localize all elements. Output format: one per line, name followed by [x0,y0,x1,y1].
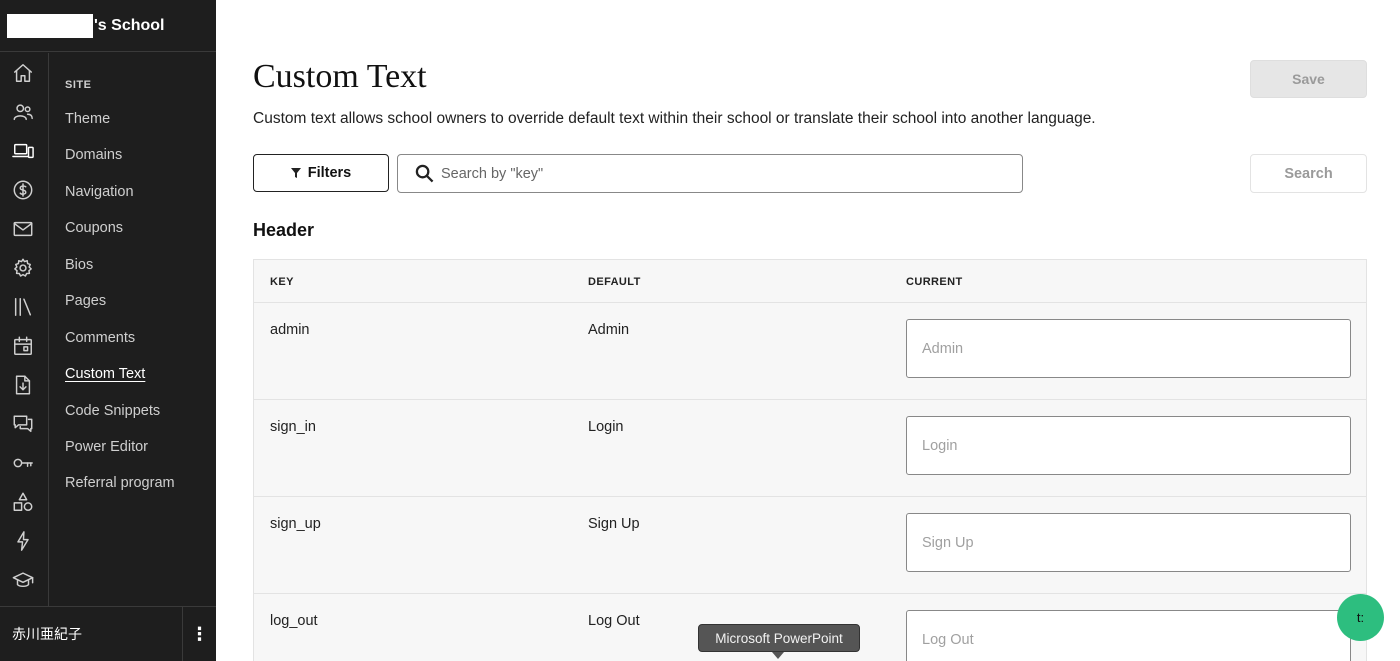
calendar-icon[interactable] [11,334,35,358]
chat-launcher-button[interactable]: t: [1337,594,1384,641]
page-description: Custom text allows school owners to over… [253,110,1096,127]
user-name[interactable]: 赤川亜紀子 [0,624,182,644]
sidebar-item-bios[interactable]: Bios [65,257,93,273]
filter-funnel-icon [290,168,301,178]
row-key: sign_up [270,516,321,532]
table-row: admin Admin [254,303,1366,400]
section-title-header: Header [253,220,315,240]
table-row: sign_up Sign Up [254,497,1366,594]
current-text-input[interactable] [906,416,1351,475]
school-name-suffix: 's School [94,16,165,34]
current-text-input[interactable] [906,610,1351,661]
dock-tooltip: Microsoft PowerPoint [698,624,860,652]
key-icon[interactable] [11,451,35,475]
home-icon[interactable] [11,61,35,85]
mail-icon[interactable] [11,217,35,241]
graduation-cap-icon[interactable] [11,568,35,592]
page-title: Custom Text [253,58,427,95]
sidebar-item-theme[interactable]: Theme [65,111,110,127]
current-text-input[interactable] [906,319,1351,378]
row-default: Admin [588,322,630,338]
search-icon [415,164,434,183]
row-default: Sign Up [588,516,640,532]
sidebar: 's School SITE Theme Domains Navigation … [0,0,216,661]
search-box[interactable] [397,154,1023,193]
sidebar-item-navigation[interactable]: Navigation [65,184,134,200]
download-file-icon[interactable] [11,373,35,397]
tooltip-arrow [772,652,784,659]
row-key: admin [270,322,310,338]
sidebar-item-referral-program[interactable]: Referral program [65,475,175,491]
filters-label: Filters [307,165,352,181]
school-brand[interactable]: 's School [0,0,216,52]
user-bar: 赤川亜紀子 ⋮ [0,606,216,661]
lightning-icon[interactable] [11,529,35,553]
table-row: sign_in Login [254,400,1366,497]
current-text-input[interactable] [906,513,1351,572]
users-icon[interactable] [11,100,35,124]
search-button[interactable]: Search [1250,154,1367,193]
sidebar-item-domains[interactable]: Domains [65,147,122,163]
save-button[interactable]: Save [1250,60,1367,98]
table-header: KEY DEFAULT CURRENT [254,260,1366,303]
gear-icon[interactable] [11,256,35,280]
chat-icon[interactable] [11,412,35,436]
sidebar-item-power-editor[interactable]: Power Editor [65,439,148,455]
row-default: Log Out [588,613,640,629]
search-input[interactable] [441,165,1001,182]
shapes-icon[interactable] [11,490,35,514]
sidebar-item-coupons[interactable]: Coupons [65,220,123,236]
column-header-key: KEY [270,276,294,288]
icon-rail [0,53,49,606]
row-key: sign_in [270,419,316,435]
library-icon[interactable] [11,295,35,319]
dollar-icon[interactable] [11,178,35,202]
row-default: Login [588,419,624,435]
user-menu-kebab-icon[interactable]: ⋮ [182,606,216,661]
sidebar-item-custom-text[interactable]: Custom Text [65,366,145,382]
row-key: log_out [270,613,318,629]
sidebar-item-comments[interactable]: Comments [65,330,135,346]
custom-text-table: KEY DEFAULT CURRENT admin Admin sign_in … [253,259,1367,661]
redacted-school-name [7,13,93,38]
main-content: Custom Text Custom text allows school ow… [216,0,1400,661]
section-label-site: SITE [65,79,92,91]
site-devices-icon[interactable] [11,139,35,163]
filters-button[interactable]: Filters [253,154,389,192]
column-header-default: DEFAULT [588,276,641,288]
sidebar-item-pages[interactable]: Pages [65,293,106,309]
column-header-current: CURRENT [906,276,963,288]
sidebar-item-code-snippets[interactable]: Code Snippets [65,403,160,419]
